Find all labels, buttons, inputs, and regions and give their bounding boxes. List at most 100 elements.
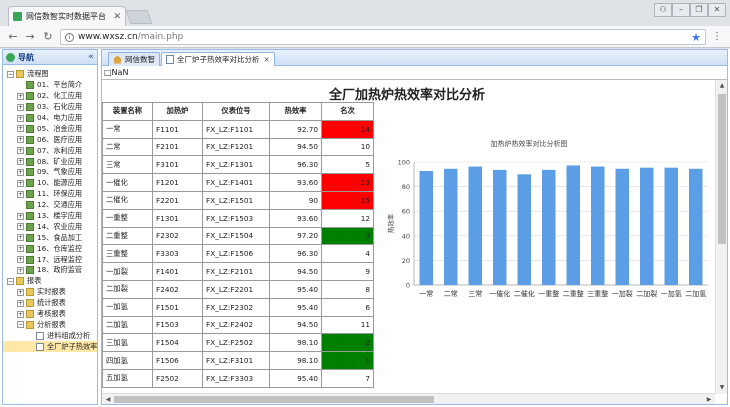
sidebar-item[interactable]: + 考核报表	[3, 309, 97, 320]
collapse-icon[interactable]: −	[7, 70, 14, 78]
expand-icon[interactable]: +	[17, 136, 24, 144]
expand-icon[interactable]: +	[17, 179, 24, 187]
cell-eff: 97.20	[269, 226, 322, 246]
cell-tag: FX_LZ:F1101	[202, 119, 270, 139]
info-icon[interactable]: i	[65, 32, 74, 42]
cell-tag: FX_LZ:F1301	[202, 155, 270, 175]
sidebar-item[interactable]: 01、平台简介	[3, 80, 97, 91]
tab-efficiency-analysis[interactable]: 全厂炉子热效率对比分析 ×	[161, 52, 275, 66]
sidebar-item[interactable]: +07、水利应用	[3, 145, 97, 156]
sidebar-item[interactable]: + 实时报表	[3, 287, 97, 298]
expand-icon[interactable]: +	[17, 266, 24, 274]
sidebar-item[interactable]: +16、仓库监控	[3, 243, 97, 254]
y-tick-label: 20	[402, 257, 410, 265]
url-input[interactable]: i www.wxsz.cn/main.php ★	[60, 29, 706, 45]
expand-icon[interactable]: +	[17, 147, 24, 155]
expand-icon[interactable]: +	[17, 103, 24, 111]
expand-icon[interactable]: +	[17, 288, 24, 296]
sidebar-item[interactable]: +02、化工应用	[3, 91, 97, 102]
expand-icon[interactable]: +	[17, 158, 24, 166]
sidebar-item[interactable]: +15、食品加工	[3, 232, 97, 243]
expand-icon[interactable]: +	[17, 190, 24, 198]
minimize-button[interactable]: –	[672, 3, 690, 17]
user-icon[interactable]: ⚇	[654, 3, 672, 17]
collapse-sidebar-icon[interactable]: «	[88, 52, 94, 62]
browser-menu-icon[interactable]: ⋮	[712, 31, 722, 42]
nan-text: □NaN	[104, 68, 129, 77]
expand-icon[interactable]: +	[17, 212, 24, 220]
new-tab-button[interactable]	[125, 10, 153, 24]
cell-eff: 94.50	[269, 262, 322, 281]
sidebar-item[interactable]: +11、环保应用	[3, 189, 97, 200]
sidebar-item[interactable]: − 报表	[3, 276, 97, 287]
horizontal-scroll-thumb[interactable]	[114, 396, 434, 403]
sidebar-item[interactable]: +13、楼宇应用	[3, 211, 97, 222]
bookmark-star-icon[interactable]: ★	[691, 31, 701, 44]
cell-eff: 98.10	[269, 351, 322, 370]
cell-furnace: F1201	[152, 173, 203, 192]
sidebar-item[interactable]: 全厂炉子热效率	[3, 341, 97, 353]
table-row: 四加氢 F1506 FX_LZ:F3101 98.10 1	[102, 351, 374, 370]
sidebar-item[interactable]: − 分析报表	[3, 319, 97, 330]
back-arrow-icon[interactable]: ←	[6, 30, 20, 44]
sidebar-item[interactable]: +10、能源应用	[3, 178, 97, 189]
expand-icon[interactable]: +	[17, 256, 24, 264]
folder-icon	[26, 310, 34, 319]
expand-icon[interactable]: +	[17, 245, 24, 253]
sidebar-item[interactable]: + 统计报表	[3, 298, 97, 309]
x-tick-label: 二催化	[514, 289, 535, 298]
close-window-button[interactable]: ✕	[708, 3, 726, 17]
expand-icon[interactable]: +	[17, 223, 24, 231]
table-row: 一加裂 F1401 FX_LZ:F2101 94.50 9	[102, 262, 374, 281]
sidebar-item[interactable]: 进料组成分析	[3, 330, 97, 341]
collapse-icon[interactable]: −	[7, 277, 14, 285]
expand-icon[interactable]: +	[17, 125, 24, 133]
sidebar-item-label: 08、矿业应用	[37, 156, 83, 166]
sidebar-item[interactable]: +14、农业应用	[3, 221, 97, 232]
restore-button[interactable]: ❐	[690, 3, 708, 17]
vertical-scrollbar[interactable]: ▲ ▼	[715, 80, 727, 394]
expand-icon[interactable]: +	[17, 234, 24, 242]
bar	[664, 167, 678, 285]
bar	[468, 166, 482, 285]
collapse-icon[interactable]: −	[17, 321, 24, 329]
expand-icon[interactable]: +	[17, 310, 24, 318]
cell-eff: 95.40	[269, 279, 322, 299]
sidebar-item[interactable]: +04、电力应用	[3, 113, 97, 124]
sidebar-item-label: 分析报表	[37, 319, 66, 329]
x-tick-label: 二重整	[563, 289, 584, 298]
cell-furnace: F2302	[152, 226, 203, 246]
forward-arrow-icon[interactable]: →	[23, 30, 37, 44]
scroll-right-arrow-icon[interactable]: ▶	[703, 394, 715, 405]
expand-icon[interactable]: +	[17, 114, 24, 122]
reload-icon[interactable]: ↻	[41, 30, 55, 44]
scroll-up-arrow-icon[interactable]: ▲	[716, 80, 728, 92]
sidebar-item[interactable]: 12、交通应用	[3, 200, 97, 211]
tab-home[interactable]: 网信数智	[108, 52, 160, 66]
sidebar-item[interactable]: +03、石化应用	[3, 102, 97, 113]
scroll-left-arrow-icon[interactable]: ◀	[102, 394, 114, 405]
sidebar-item[interactable]: +09、气象应用	[3, 167, 97, 178]
cell-furnace: F3303	[152, 244, 203, 264]
close-tab-icon[interactable]: ×	[264, 55, 270, 64]
sidebar-item[interactable]: − 流程图	[3, 69, 97, 80]
scroll-down-arrow-icon[interactable]: ▼	[716, 382, 728, 394]
sidebar-item-label: 统计报表	[37, 298, 66, 308]
close-tab-icon[interactable]: ✕	[113, 12, 121, 22]
expand-icon[interactable]: +	[17, 299, 24, 307]
browser-tab[interactable]: 网信数智实时数据平台 ✕	[8, 6, 126, 26]
sidebar-item[interactable]: +05、冶金应用	[3, 123, 97, 134]
cell-rank: 15	[321, 190, 374, 210]
cell-rank: 14	[321, 119, 374, 139]
vertical-scroll-thumb[interactable]	[718, 94, 726, 244]
expand-icon[interactable]: +	[17, 92, 24, 100]
expand-icon[interactable]: +	[17, 168, 24, 176]
sidebar-header: 导航 «	[3, 50, 97, 65]
sidebar-item[interactable]: +18、政府监管	[3, 265, 97, 276]
sidebar-item[interactable]: +08、矿业应用	[3, 156, 97, 167]
horizontal-scrollbar[interactable]: ◀ ▶	[102, 393, 715, 404]
x-tick-label: 三重整	[587, 289, 608, 298]
sidebar-item[interactable]: +17、远程监控	[3, 254, 97, 265]
url-path: /main.php	[137, 32, 184, 42]
sidebar-item[interactable]: +06、医疗应用	[3, 134, 97, 145]
